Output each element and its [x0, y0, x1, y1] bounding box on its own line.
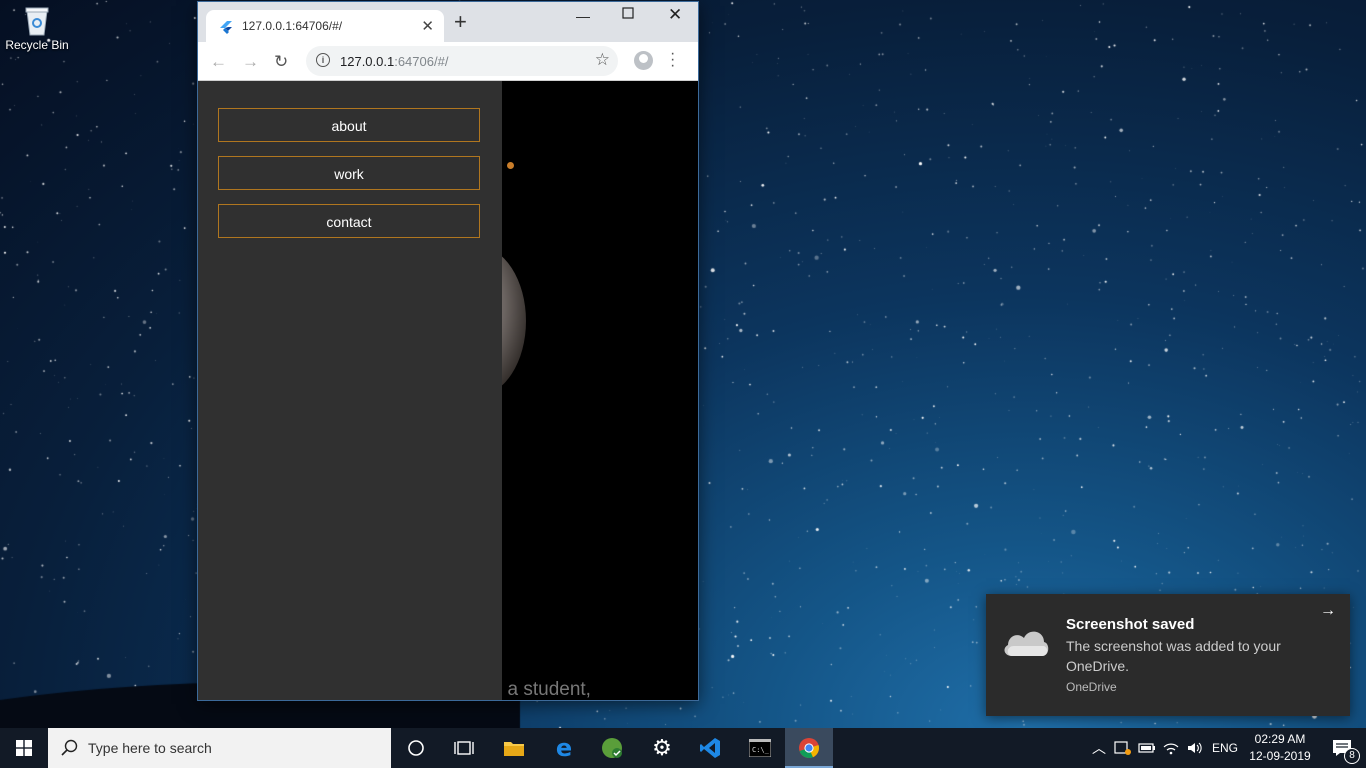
profile-avatar-icon[interactable]	[634, 51, 653, 70]
svg-text:C:\_: C:\_	[752, 746, 770, 754]
file-explorer-icon[interactable]	[490, 728, 538, 768]
volume-icon[interactable]	[1186, 728, 1204, 768]
flutter-favicon-icon	[220, 21, 232, 34]
settings-icon[interactable]: ⚙	[638, 728, 686, 768]
close-icon[interactable]: ✕	[668, 5, 682, 25]
notification-count-badge: 8	[1344, 748, 1360, 764]
browser-toolbar: ← → ↻ i 127.0.0.1:64706/#/ ☆ · · ·	[198, 42, 698, 81]
address-bar[interactable]: i 127.0.0.1:64706/#/ ☆	[306, 46, 618, 76]
tray-app-icon[interactable]	[1114, 728, 1132, 768]
url-text: 127.0.0.1:64706/#/	[340, 54, 448, 69]
reload-icon[interactable]: ↻	[274, 52, 288, 72]
drawer-link-contact[interactable]: contact	[218, 204, 480, 238]
browser-titlebar: 127.0.0.1:64706/#/ ✕ + — ✕	[198, 2, 698, 42]
url-path: :64706/#/	[394, 54, 449, 69]
start-button[interactable]	[0, 728, 48, 768]
notification-body: The screenshot was added to your OneDriv…	[1066, 638, 1281, 674]
task-view-icon[interactable]	[440, 728, 488, 768]
tab-title: 127.0.0.1:64706/#/	[242, 19, 343, 33]
taskbar-clock[interactable]: 02:29 AM 12-09-2019	[1244, 731, 1316, 765]
nav-drawer: about work contact	[198, 81, 502, 700]
minimize-icon[interactable]: —	[576, 8, 590, 24]
onedrive-notification[interactable]: Screenshot saved The screenshot was adde…	[986, 594, 1350, 716]
notification-title: Screenshot saved	[1066, 616, 1195, 633]
brand-dot	[506, 162, 514, 170]
page-viewport: sh l a student, about work contact	[198, 81, 698, 700]
site-info-icon[interactable]: i	[316, 53, 330, 67]
bookmark-star-icon[interactable]: ☆	[595, 50, 610, 70]
tab-close-icon[interactable]: ✕	[421, 17, 434, 35]
clock-date: 12-09-2019	[1249, 749, 1311, 763]
green-app-icon[interactable]	[588, 728, 636, 768]
vscode-icon[interactable]	[686, 728, 734, 768]
wifi-icon[interactable]	[1162, 728, 1180, 768]
url-host: 127.0.0.1	[340, 54, 395, 69]
onedrive-cloud-icon	[1004, 631, 1049, 656]
action-center-button[interactable]: 8	[1320, 728, 1366, 768]
desktop-icon-label: Recycle Bin	[5, 38, 69, 52]
battery-icon[interactable]	[1138, 728, 1156, 768]
drawer-link-about[interactable]: about	[218, 108, 480, 142]
notification-source: OneDrive	[1066, 680, 1117, 694]
clock-time: 02:29 AM	[1254, 732, 1306, 746]
intro-text: l a student,	[498, 679, 591, 700]
terminal-icon[interactable]: C:\_	[736, 728, 784, 768]
desktop-icon-recycle-bin[interactable]: Recycle Bin	[4, 6, 70, 52]
show-hidden-icons-button[interactable]: ︿	[1092, 728, 1106, 768]
chevron-up-icon: ︿	[1092, 740, 1106, 756]
expand-arrow-icon[interactable]: →	[1320, 602, 1336, 620]
browser-menu-icon[interactable]: · · ·	[670, 46, 675, 74]
edge-icon[interactable]: e	[540, 728, 588, 768]
cortana-icon[interactable]	[392, 728, 440, 768]
new-tab-button[interactable]: +	[454, 11, 467, 33]
chrome-icon[interactable]	[785, 728, 833, 768]
language-indicator[interactable]: ENG	[1212, 728, 1238, 768]
forward-arrow-icon[interactable]: →	[242, 52, 259, 72]
search-icon	[61, 739, 78, 756]
maximize-icon[interactable]	[622, 6, 634, 22]
recycle-bin-icon	[24, 6, 50, 36]
browser-window: 127.0.0.1:64706/#/ ✕ + — ✕ ← → ↻ i 127.0…	[198, 2, 698, 700]
browser-tab[interactable]: 127.0.0.1:64706/#/ ✕	[206, 10, 444, 42]
taskbar: Type here to search e ⚙ C:\_ ︿ ENG 02:29…	[0, 728, 1366, 768]
search-placeholder: Type here to search	[88, 740, 212, 756]
taskbar-search-box[interactable]: Type here to search	[48, 728, 391, 768]
windows-logo-icon	[16, 740, 32, 756]
drawer-link-work[interactable]: work	[218, 156, 480, 190]
back-arrow-icon[interactable]: ←	[210, 52, 227, 72]
